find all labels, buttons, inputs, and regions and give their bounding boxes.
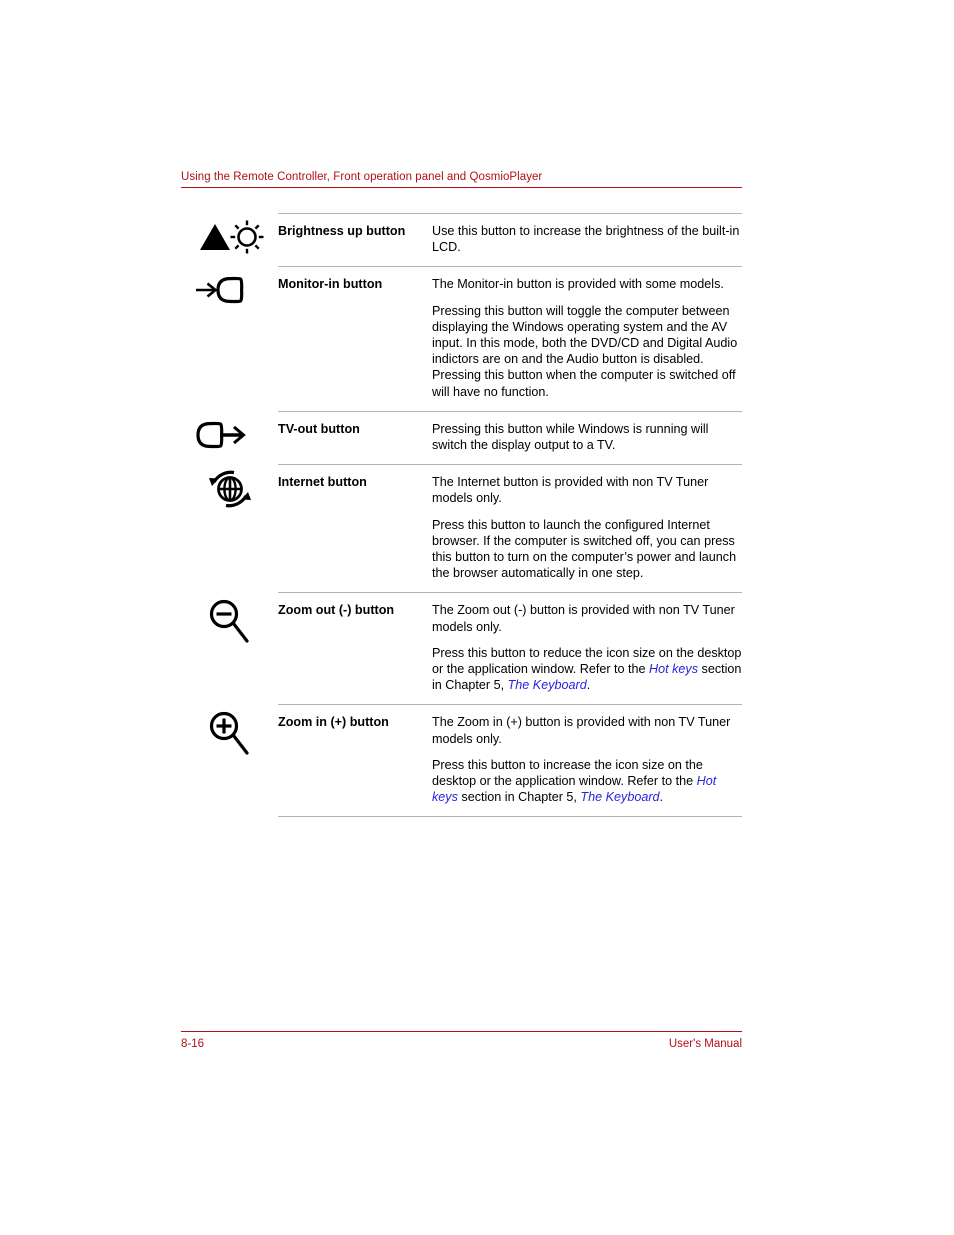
button-description: The Monitor-in button is provided with s…	[432, 276, 742, 399]
description-text: The Monitor-in button is provided with s…	[432, 277, 724, 292]
table-row: Monitor-in button The Monitor-in button i…	[196, 267, 742, 410]
zoom-out-magnifier-icon	[186, 593, 274, 649]
cross-reference-link[interactable]: Hot keys	[649, 662, 698, 676]
description-text: The Internet button is provided with non…	[432, 475, 709, 506]
button-name-label: Monitor-in button	[278, 277, 383, 292]
description-text: Press this button to launch the configur…	[432, 517, 737, 581]
description-text: Press this button to increase the icon s…	[432, 757, 703, 789]
running-header-text: Using the Remote Controller, Front opera…	[181, 171, 543, 183]
footer-rule	[181, 1031, 742, 1032]
button-description: Pressing this button while Windows is ru…	[432, 421, 742, 453]
description-paragraph: Press this button to reduce the icon siz…	[432, 645, 742, 694]
button-description: The Internet button is provided with non…	[432, 474, 742, 581]
cross-reference-link[interactable]: The Keyboard	[508, 678, 587, 692]
table-row: Zoom out (-) button The Zoom out (-) butt…	[209, 593, 742, 704]
cross-reference-link[interactable]: The Keyboard	[580, 790, 659, 804]
description-paragraph: Pressing this button will toggle the com…	[432, 303, 742, 400]
description-text: The Zoom in (+) button is provided with …	[432, 715, 731, 746]
description-text: section in Chapter 5,	[457, 790, 581, 805]
button-name-label: Zoom in (+) button	[278, 715, 389, 730]
description-paragraph: The Internet button is provided with non…	[432, 474, 742, 506]
description-paragraph: The Zoom in (+) button is provided with …	[432, 714, 742, 746]
button-name-label: Internet button	[278, 475, 367, 490]
zoom-in-magnifier-icon	[186, 705, 274, 761]
tv-out-icon	[186, 412, 274, 468]
button-name-label: Brightness up button	[278, 224, 406, 238]
table-row: Internet button The Internet button is pr…	[209, 465, 742, 592]
page-number: 8-16	[181, 1038, 205, 1050]
manual-label: User's Manual	[668, 1038, 742, 1050]
running-header: Using the Remote Controller, Front opera…	[181, 170, 742, 188]
description-paragraph: Use this button to increase the brightne…	[432, 223, 742, 255]
header-rule	[181, 187, 742, 188]
description-paragraph: The Zoom out (-) button is provided with…	[432, 602, 742, 634]
description-text: Use this button to increase the brightne…	[432, 224, 740, 255]
description-text: .	[659, 790, 664, 805]
button-description: The Zoom in (+) button is provided with …	[432, 714, 742, 805]
description-paragraph: The Monitor-in button is provided with s…	[432, 276, 742, 292]
table-body: Brightness up button Use this button to i…	[196, 213, 742, 818]
description-paragraph: Press this button to launch the configur…	[432, 517, 742, 582]
description-paragraph: Pressing this button while Windows is ru…	[432, 421, 742, 453]
brightness-up-icon	[186, 214, 274, 270]
table-row: Zoom in (+) button The Zoom in (+) button…	[209, 705, 742, 816]
button-description: Use this button to increase the brightne…	[432, 223, 742, 255]
button-name-label: Zoom out (-) button	[278, 603, 395, 618]
description-text: Pressing this button while Windows is ru…	[432, 421, 709, 453]
monitor-in-icon	[186, 267, 274, 323]
page-footer: 8-16 User's Manual	[181, 1031, 742, 1050]
button-name-label: TV-out button	[278, 421, 360, 436]
table-row: Brightness up button Use this button to i…	[200, 214, 742, 266]
button-description: The Zoom out (-) button is provided with…	[432, 602, 742, 693]
button-description-table: Brightness up button Use this button to i…	[196, 213, 742, 818]
description-text: The Zoom out (-) button is provided with…	[432, 603, 735, 634]
table-bottom-rule	[278, 816, 742, 818]
description-text: .	[586, 678, 591, 693]
description-text: Pressing this button will toggle the com…	[432, 303, 738, 399]
description-paragraph: Press this button to increase the icon s…	[432, 757, 742, 806]
internet-globe-icon	[186, 465, 274, 521]
table-row: TV-out button Pressing this button while …	[196, 412, 742, 464]
